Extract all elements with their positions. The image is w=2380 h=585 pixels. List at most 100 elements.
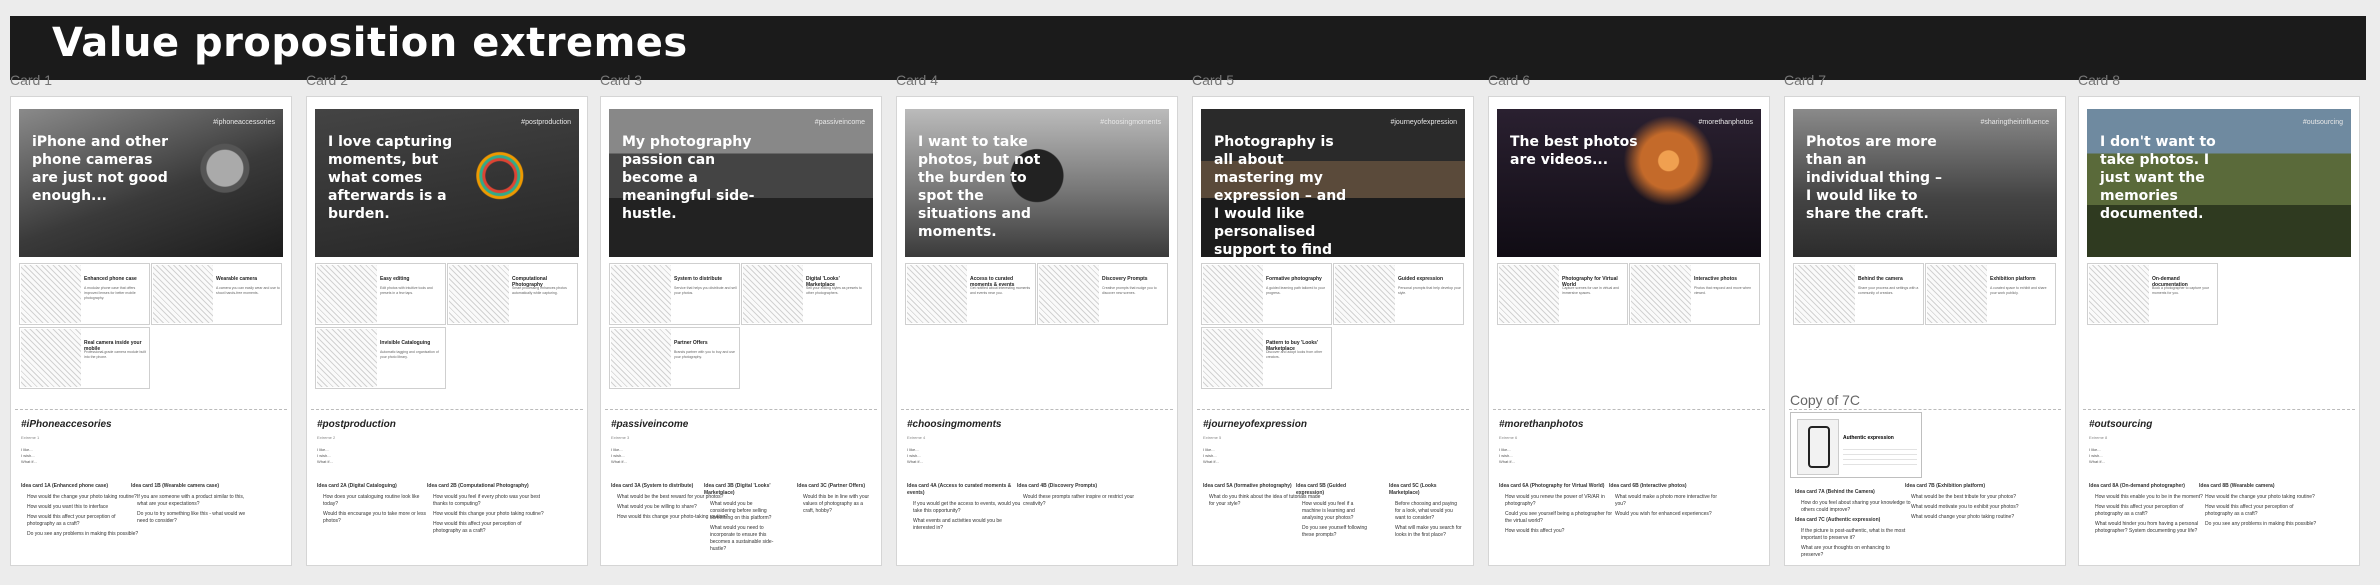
copy-card[interactable]: Authentic expression (1790, 412, 1922, 478)
prompt-lines: I like... I wish... What if... (1499, 447, 1515, 464)
thumb-desc: Edit photos with intuitive tools and pre… (380, 286, 433, 295)
card-label[interactable]: Card 2 (306, 72, 348, 88)
idea-thumb[interactable]: Photography for Virtual World Capture sce… (1497, 263, 1628, 325)
question-item: What would be the best tribute for your … (1911, 494, 2017, 500)
hero-headline: I want to take photos, but not the burde… (918, 134, 1041, 240)
question-column: Idea card 1B (Wearable camera case) If yo… (131, 483, 249, 528)
card-label[interactable]: Card 6 (1488, 72, 1530, 88)
question-heading: Idea card 1A (Enhanced phone case) (21, 483, 109, 489)
idea-thumb[interactable]: Real camera inside your mobile Profession… (19, 327, 150, 389)
hero-image: My photography passion can become a mean… (609, 109, 873, 257)
thumb-title: Discovery Prompts (1102, 276, 1148, 282)
card-label[interactable]: Card 3 (600, 72, 642, 88)
extreme-label: Extreme 4 (907, 435, 926, 440)
sketch-image (21, 329, 81, 387)
idea-thumb[interactable]: Invisible Cataloguing Automatic tagging a… (315, 327, 446, 389)
sketch-image (1927, 265, 1987, 323)
idea-thumb[interactable]: Discovery Prompts Creative prompts that n… (1037, 263, 1168, 325)
thumb-desc: Personal prompts that help develop your … (1398, 286, 1461, 295)
sketch-image (1499, 265, 1559, 323)
hero-tag: #passiveincome (814, 119, 865, 126)
hero-tag: #iphoneaccessories (213, 119, 275, 126)
question-heading: Idea card 6A (Photography for Virtual Wo… (1499, 483, 1605, 489)
idea-thumb[interactable]: System to distribute Service that helps y… (609, 263, 740, 325)
card-4[interactable]: I want to take photos, but not the burde… (896, 96, 1178, 566)
thumb-desc: A guided learning path tailored to your … (1266, 286, 1325, 295)
card-hashtag: #choosingmoments (907, 419, 1002, 430)
sketch-image (743, 265, 803, 323)
idea-thumb[interactable]: Easy editing Edit photos with intuitive t… (315, 263, 446, 325)
idea-thumb[interactable]: Exhibition platform A curated space to ex… (1925, 263, 2056, 325)
card-label[interactable]: Card 8 (2078, 72, 2120, 88)
question-item: Do you see any problems in making this p… (27, 531, 139, 537)
card-label[interactable]: Card 4 (896, 72, 938, 88)
question-item: How would you want this to interface (27, 504, 109, 510)
hero-tag: #sharingtheirinfluence (1980, 119, 2050, 126)
sketch-image (1203, 329, 1263, 387)
card-3[interactable]: My photography passion can become a mean… (600, 96, 882, 566)
sketch-image (1335, 265, 1395, 323)
hero-tag: #postproduction (521, 119, 571, 126)
idea-thumb[interactable]: Access to curated moments & events Get no… (905, 263, 1036, 325)
question-column: Idea card 5B (Guided expression) How woul… (1296, 483, 1370, 542)
hero-image: Photography is all about mastering my ex… (1201, 109, 1465, 257)
extreme-label: Extreme 8 (2089, 435, 2108, 440)
question-item: If you would get the access to events, w… (913, 501, 1021, 514)
question-column: Idea card 7C (Authentic expression) If th… (1795, 517, 1913, 562)
idea-thumb[interactable]: Formative photography A guided learning p… (1201, 263, 1332, 325)
question-item: What would you be considering before sel… (710, 501, 772, 521)
card-label[interactable]: Card 5 (1192, 72, 1234, 88)
question-item: What would change your photo taking rout… (1911, 514, 2015, 520)
card-7[interactable]: Photos are more than an individual thing… (1784, 96, 2066, 566)
thumb-title: Wearable camera (216, 276, 258, 282)
question-item: How do you feel about sharing your knowl… (1801, 500, 1911, 513)
sketch-image (1631, 265, 1691, 323)
sketch-image (317, 329, 377, 387)
thumb-title: Behind the camera (1858, 276, 1903, 282)
question-item: Do you see any problems in making this p… (2205, 521, 2317, 527)
question-heading: Idea card 7B (Exhibition platform) (1905, 483, 1986, 489)
card-hashtag: #outsourcing (2089, 419, 2153, 430)
card-8[interactable]: I don't want to take photos. I just want… (2078, 96, 2360, 566)
question-item: What would you need to incorporate to en… (710, 525, 774, 552)
idea-thumb[interactable]: Behind the camera Share your process and … (1793, 263, 1924, 325)
idea-thumb[interactable]: Digital 'Looks' Marketplace Sell your edi… (741, 263, 872, 325)
card-label[interactable]: Card 7 (1784, 72, 1826, 88)
thumb-title: Enhanced phone case (84, 276, 137, 282)
idea-thumb[interactable]: Computational Photography Smart processin… (447, 263, 578, 325)
idea-thumb[interactable]: Enhanced phone case A modular phone case … (19, 263, 150, 325)
idea-thumb[interactable]: Partner Offers Brands partner with you to… (609, 327, 740, 389)
question-item: Would this be in line with your values o… (803, 494, 870, 514)
sketch-image (449, 265, 509, 323)
idea-thumb[interactable]: Guided expression Personal prompts that h… (1333, 263, 1464, 325)
prompt-lines: I like... I wish... What if... (317, 447, 333, 464)
thumb-title: Partner Offers (674, 340, 708, 346)
copy-card-label[interactable]: Copy of 7C (1790, 392, 1860, 408)
question-heading: Idea card 7A (Behind the Camera) (1795, 489, 1875, 495)
divider (1197, 409, 1469, 410)
idea-thumb[interactable]: Interactive photos Photos that respond an… (1629, 263, 1760, 325)
prompt-lines: I like... I wish... What if... (21, 447, 37, 464)
question-heading: Idea card 5C (Looks Marketplace) (1389, 483, 1437, 496)
banner: Value proposition extremes (10, 16, 2366, 80)
thumb-desc: Sell your editing styles as presets to o… (806, 286, 862, 295)
idea-thumb[interactable]: Pattern to buy 'Looks' Marketplace Discov… (1201, 327, 1332, 389)
idea-thumb[interactable]: On-demand documentation Book a photograph… (2087, 263, 2218, 325)
card-hashtag: #postproduction (317, 419, 396, 430)
hero-headline: I don't want to take photos. I just want… (2100, 134, 2216, 222)
card-2[interactable]: I love capturing moments, but what comes… (306, 96, 588, 566)
card-6[interactable]: The best photos are videos... #morethanph… (1488, 96, 1770, 566)
divider (2083, 409, 2355, 410)
card-1[interactable]: iPhone and other phone cameras are just … (10, 96, 292, 566)
question-heading: Idea card 4A (Access to curated moments … (907, 483, 1012, 496)
thumb-desc: Capture scenes for use in virtual and im… (1562, 286, 1620, 295)
idea-thumb[interactable]: Wearable camera A camera you can easily w… (151, 263, 282, 325)
card-label[interactable]: Card 1 (10, 72, 52, 88)
question-item: How would this enable you to be in the m… (2095, 494, 2203, 500)
sketch-image (21, 265, 81, 323)
question-item: How would the change your photo taking r… (27, 494, 137, 500)
question-heading: Idea card 3B (Digital 'Looks' Marketplac… (704, 483, 771, 496)
question-item: How would you feel if every photo was yo… (433, 494, 540, 507)
question-item: How would this affect your perception of… (2095, 504, 2184, 517)
card-5[interactable]: Photography is all about mastering my ex… (1192, 96, 1474, 566)
